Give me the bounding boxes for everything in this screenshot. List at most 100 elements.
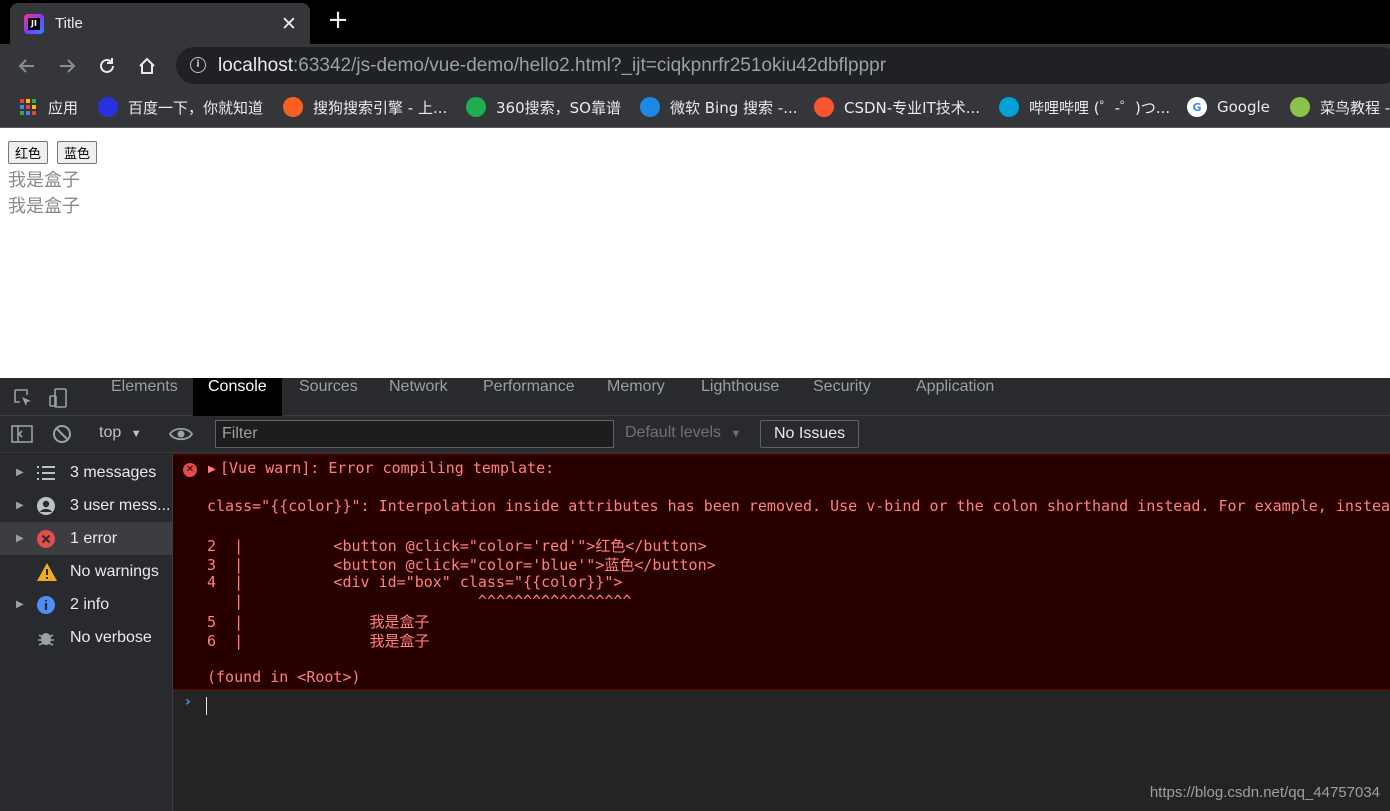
sidebar-item-list[interactable]: ▶ 3 messages [0,456,172,489]
user-icon [36,496,70,516]
bookmark-label: CSDN-专业IT技术... [844,98,981,117]
tab-elements[interactable]: Elements [96,378,193,416]
page-viewport: 红色 蓝色 我是盒子 我是盒子 [0,128,1390,378]
webstorm-favicon-icon: JI [24,13,44,34]
error-icon [36,529,70,549]
bookmark-label: 菜鸟教程 - [1320,98,1390,117]
sidebar-item-warning[interactable]: No warnings [0,555,172,588]
error-icon: ✕ [183,463,197,477]
live-expression-eye-icon[interactable] [168,423,194,445]
watermark: https://blog.csdn.net/qq_44757034 [1149,784,1380,801]
bookmark-label: 哔哩哔哩 (゜-゜)つ... [1029,98,1171,117]
sidebar-item-label: 1 error [70,529,118,547]
clear-console-icon[interactable] [51,423,73,445]
error-message[interactable]: ✕ ▶ [Vue warn]: Error compiling template… [173,454,1390,690]
tab-console[interactable]: Console [193,378,282,416]
bing-icon [640,97,660,117]
bookmark-label: 360搜索，SO靠谱 [496,98,621,117]
code-line: 2 | <button @click="color='red'">红色</but… [207,537,707,555]
forward-arrow-icon [60,59,76,73]
console-prompt-icon: › [185,694,191,710]
address-bar[interactable]: i localhost:63342/js-demo/vue-demo/hello… [176,47,1390,84]
code-line: 6 | 我是盒子 [207,632,430,650]
reload-button[interactable] [93,52,121,80]
levels-label: Default levels [625,424,722,441]
home-icon [139,57,155,74]
context-label: top [99,424,122,441]
apps-grid-icon [18,97,38,117]
error-title: [Vue warn]: Error compiling template: [220,459,555,477]
bookmark-item[interactable]: 应用 [18,95,78,119]
home-button[interactable] [133,52,161,80]
tab-performance[interactable]: Performance [468,378,590,416]
issues-button[interactable]: No Issues [760,420,860,448]
console-filter-bar: top ▼ Filter Default levels ▼ No Issues [0,416,1390,453]
tab-title: Title [55,15,83,32]
bookmarks-bar: 应用 百度一下，你就知道 搜狗搜索引擎 - 上... 360搜索，SO靠谱 微软 Bin… [0,87,1390,128]
warning-icon [36,562,70,582]
bookmark-item[interactable]: 菜鸟教程 - [1290,95,1390,119]
sidebar-item-label: No verbose [70,628,152,646]
dropdown-arrow-icon: ▼ [730,428,742,440]
new-tab-button[interactable]: + [324,6,352,34]
reload-icon [100,58,114,73]
list-icon [36,465,70,481]
bookmark-label: 应用 [48,98,79,117]
device-toolbar-icon[interactable] [48,387,70,409]
tab-sources[interactable]: Sources [284,378,373,416]
tab-application[interactable]: Application [901,378,1009,416]
devtools-tab-bar: Elements Console Sources Network Performance… [0,378,1390,416]
red-button[interactable]: 红色 [8,141,49,164]
console-sidebar: ▶ 3 messages ▶ 3 user mess... ▶ 1 error No war… [0,454,173,811]
bookmark-item[interactable]: CSDN-专业IT技术... [814,95,980,119]
site-info-icon[interactable]: i [190,57,206,73]
sidebar-item-bug[interactable]: No verbose [0,621,172,654]
forward-button[interactable] [53,52,81,80]
box-text: 我是盒子 [8,196,80,217]
log-levels-dropdown[interactable]: Default levels ▼ [625,424,741,442]
url-text[interactable]: localhost:63342/js-demo/vue-demo/hello2.… [218,55,886,77]
expand-triangle-icon: ▶ [16,500,24,511]
bookmark-item[interactable]: 360搜索，SO靠谱 [466,95,621,119]
tab-memory[interactable]: Memory [592,378,680,416]
sidebar-item-label: 2 info [70,595,110,613]
context-selector[interactable]: top ▼ [99,424,142,442]
sidebar-toggle-icon[interactable] [11,423,33,445]
info-icon [36,595,70,615]
bookmark-label: Google [1217,98,1270,116]
sidebar-item-label: 3 user mess... [70,496,171,514]
blue-button[interactable]: 蓝色 [57,141,98,164]
code-marker-line: | ^^^^^^^^^^^^^^^^^ [207,592,632,610]
bookmark-label: 微软 Bing 搜索 -... [670,98,798,117]
bookmark-label: 搜狗搜索引擎 - 上... [313,98,448,117]
code-line: 5 | 我是盒子 [207,613,430,631]
sidebar-item-label: No warnings [70,562,159,580]
sidebar-item-user[interactable]: ▶ 3 user mess... [0,489,172,522]
baidu-icon [98,97,118,117]
expand-triangle-icon: ▶ [16,533,24,544]
browser-tab[interactable]: JI Title ✕ [10,3,310,44]
runoob-icon [1290,97,1310,117]
console-output: ✕ ▶ [Vue warn]: Error compiling template… [173,454,1390,811]
code-line: 4 | <div id="box" class="{{color}}"> [207,573,623,591]
360-icon [466,97,486,117]
expand-triangle-icon[interactable]: ▶ [208,464,216,475]
bookmark-item[interactable]: 哔哩哔哩 (゜-゜)つ... [999,95,1170,119]
tab-network[interactable]: Network [374,378,463,416]
inspect-element-icon[interactable] [12,387,34,409]
error-detail: class="{{color}}": Interpolation inside … [207,497,1390,515]
tab-security[interactable]: Security [798,378,886,416]
bookmark-item[interactable]: 百度一下，你就知道 [98,95,263,119]
tab-close-icon[interactable]: ✕ [276,14,302,34]
sidebar-item-error[interactable]: ▶ 1 error [0,522,172,555]
console-input-caret[interactable] [206,697,207,715]
filter-input[interactable]: Filter [215,420,614,448]
back-button[interactable] [13,52,41,80]
google-icon: G [1187,97,1207,117]
sidebar-item-info[interactable]: ▶ 2 info [0,588,172,621]
bookmark-item[interactable]: G Google [1187,95,1270,119]
bookmark-item[interactable]: 微软 Bing 搜索 -... [640,95,798,119]
bilibili-icon [999,97,1019,117]
tab-lighthouse[interactable]: Lighthouse [686,378,794,416]
bookmark-item[interactable]: 搜狗搜索引擎 - 上... [283,95,447,119]
